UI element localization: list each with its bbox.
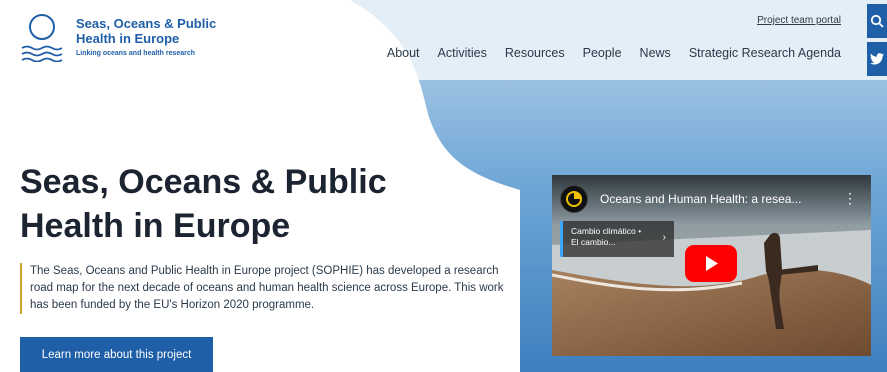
site-title: Seas, Oceans & Public Health in Europe xyxy=(76,16,217,46)
card-line-1: Cambio climático • xyxy=(571,226,642,236)
youtube-play-icon[interactable] xyxy=(685,245,737,282)
nav-news[interactable]: News xyxy=(640,46,671,60)
search-button[interactable] xyxy=(867,4,887,38)
video-info-card[interactable]: Cambio climático • El cambio... › xyxy=(560,221,674,257)
channel-logo-icon xyxy=(566,191,582,207)
twitter-icon xyxy=(870,53,884,65)
chevron-right-icon: › xyxy=(662,232,666,243)
search-icon xyxy=(870,14,884,28)
nav-resources[interactable]: Resources xyxy=(505,46,565,60)
main-nav: About Activities Resources People News S… xyxy=(369,46,841,60)
nav-activities[interactable]: Activities xyxy=(438,46,487,60)
nav-strategic-research-agenda[interactable]: Strategic Research Agenda xyxy=(689,46,841,60)
channel-avatar[interactable] xyxy=(560,185,588,213)
hero-description: The Seas, Oceans and Public Health in Eu… xyxy=(20,263,510,314)
page-title: Seas, Oceans & Public Health in Europe xyxy=(20,163,387,245)
nav-people[interactable]: People xyxy=(583,46,622,60)
video-embed[interactable]: Oceans and Human Health: a resea... ⋮ Ca… xyxy=(552,175,871,356)
logo-waves-icon xyxy=(21,14,63,62)
site-logo[interactable]: Seas, Oceans & Public Health in Europe L… xyxy=(20,12,226,62)
project-team-portal-link[interactable]: Project team portal xyxy=(757,15,841,26)
learn-more-button[interactable]: Learn more about this project xyxy=(20,337,213,372)
card-line-2: El cambio... xyxy=(571,237,616,247)
more-vert-icon[interactable]: ⋮ xyxy=(843,190,857,207)
nav-about[interactable]: About xyxy=(387,46,420,60)
video-title[interactable]: Oceans and Human Health: a resea... xyxy=(600,192,801,206)
site-tagline: Linking oceans and health research xyxy=(76,50,196,57)
twitter-button[interactable] xyxy=(867,42,887,76)
